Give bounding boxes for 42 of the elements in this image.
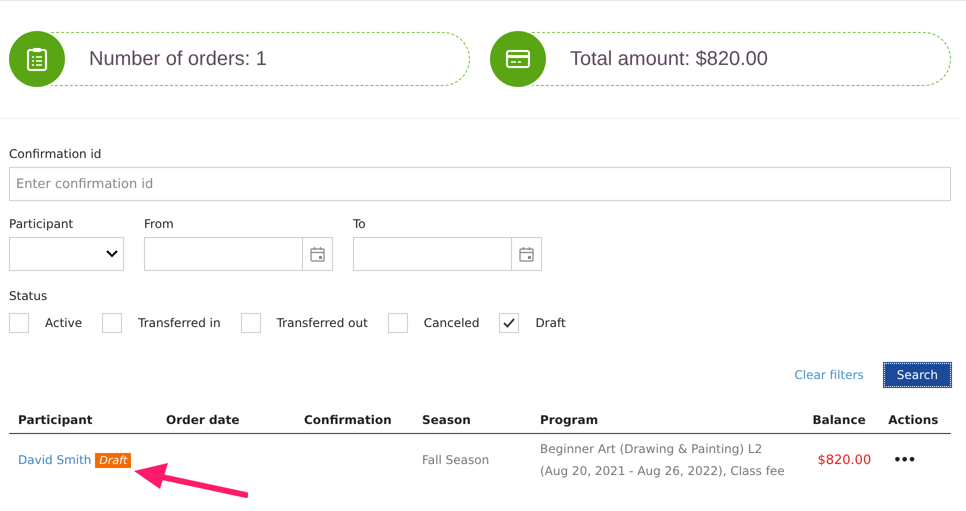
date-field[interactable] [353, 237, 542, 271]
column-header: Actions [884, 407, 951, 434]
field-label: To [353, 217, 367, 231]
column-header: Order date [157, 407, 295, 434]
checkbox[interactable] [499, 313, 520, 333]
search-button[interactable]: Search [884, 363, 951, 387]
balance-cell: $820.00 [808, 434, 884, 486]
status-badge: Draft [95, 452, 132, 468]
check-icon [503, 318, 516, 328]
actions-menu-button[interactable]: ••• [893, 452, 916, 468]
checkbox[interactable] [102, 313, 122, 333]
field-label: Status [9, 289, 48, 303]
field-label: Participant [9, 217, 74, 231]
program-text: (Aug 20, 2021 - Aug 26, 2022), Class fee [540, 463, 786, 480]
checkbox-label: Transferred in [138, 316, 221, 330]
checkbox[interactable] [9, 313, 29, 333]
checkbox[interactable] [388, 313, 408, 333]
credit-card-icon [506, 49, 530, 69]
program-text: Beginner Art (Drawing & Painting) L2 [540, 441, 764, 458]
field-label: From [144, 217, 175, 231]
date-field[interactable] [144, 237, 333, 271]
column-header: Season [413, 407, 531, 434]
checkbox[interactable] [240, 313, 261, 333]
stat-text: Number of orders: 1 [89, 48, 267, 70]
checkbox-label: Active [45, 316, 82, 330]
checkbox-label: Transferred out [276, 316, 368, 330]
participant-dropdown[interactable] [9, 237, 124, 271]
field-label: Confirmation id [9, 147, 102, 161]
column-header: Balance [808, 407, 884, 434]
participant-link[interactable]: David Smith [18, 453, 92, 467]
checkbox-label: Canceled [424, 316, 480, 330]
calendar-icon [310, 246, 325, 262]
checkbox-label: Draft [535, 316, 566, 330]
clipboard-icon [26, 47, 48, 71]
column-header: Confirmation [295, 407, 413, 434]
column-header: Program [531, 407, 808, 434]
column-header: Participant [9, 407, 157, 434]
stat-text: Total amount: $820.00 [570, 48, 768, 70]
chevron-icon [106, 250, 118, 258]
calendar-icon [519, 246, 534, 262]
confirmation-field[interactable]: Enter confirmation id [9, 167, 951, 201]
table-cell: Fall Season [413, 434, 531, 486]
